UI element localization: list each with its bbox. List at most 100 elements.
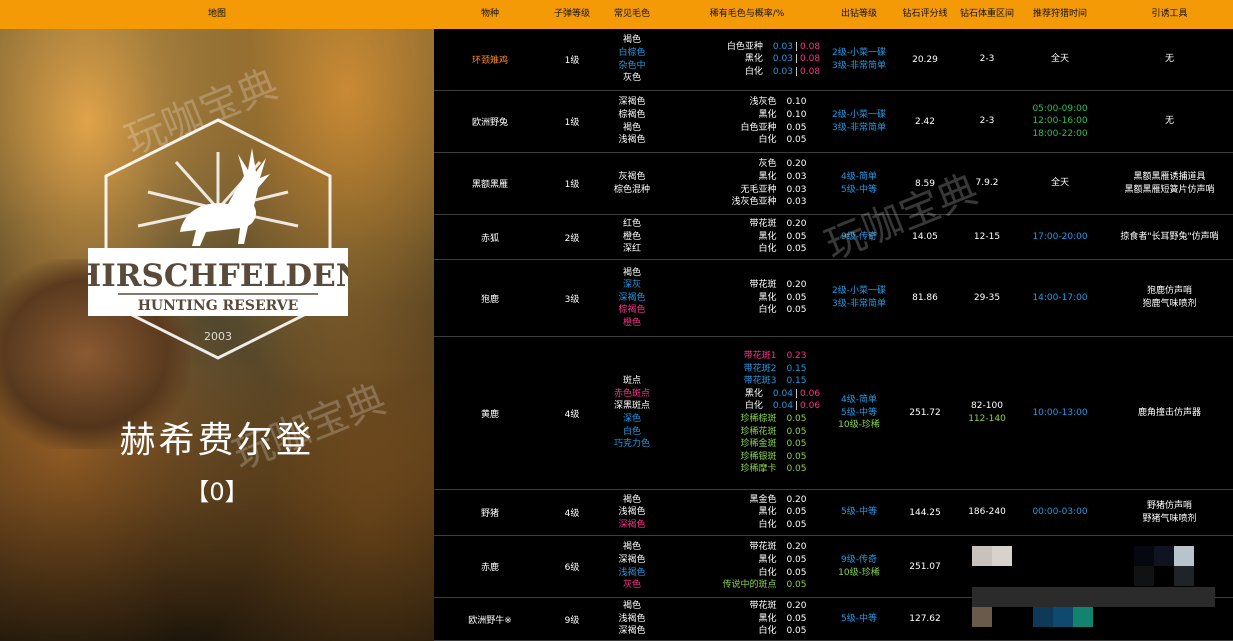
score-value: 81.86 [912,293,938,303]
table-row: 赤狐 2级 红色 橙色 深红 带花斑 0.20 黑化 0.05 白化 0.05 9级-传奇 14.05 1… [434,215,1233,260]
rare-fur-item: 白化 0.05 [687,519,806,532]
bullet-cell: 3级 [546,260,598,336]
rare-fur-name: 黑化 [758,507,777,518]
table-row: 环颈雉鸡 1级 褐色 白棕色 杂色中 灰色 白色亚种 0.03 | 0.08 黑化 0.03 | 0.08… [434,29,1233,91]
rare-fur-probability: 0.05 [786,464,807,475]
rare-cell: 带花斑1 0.23 带花斑2 0.15 带花斑3 0.15 黑化 0.04 | 0.06 白化 0.0… [666,337,828,489]
rare-fur-probability-alt: 0.06 [800,388,821,399]
common-fur-item: 浅褐色 [618,135,646,146]
time-cell: 全天 [1014,153,1106,214]
common-fur-item: 深色 [622,414,641,424]
species-name: 环颈雉鸡 [471,56,508,66]
diamond-level-item: 2级-小菜一碟 [832,286,886,297]
rare-cell: 浅灰色 0.10 黑化 0.10 白色亚种 0.05 白化 0.05 [666,91,828,152]
rare-fur-probability: 0.20 [786,280,807,291]
species-name: 野猪 [480,509,499,519]
lure-item: 野猪气味喷剂 [1142,513,1197,524]
rare-fur-item: 珍稀棕斑 0.05 [687,413,806,426]
common-fur-item: 白色 [622,426,641,437]
rare-fur-probability: 0.05 [786,519,807,530]
rare-fur-probability: 0.05 [786,580,807,591]
rare-fur-name: 黑化 [758,171,777,182]
common-fur-item: 棕褐色 [618,305,646,316]
rare-fur-item: 珍稀摩卡 0.05 [687,463,806,476]
rare-fur-probability: 0.20 [786,601,807,612]
level-cell: 9级-传奇 [828,215,890,259]
score-value: 14.05 [912,232,938,242]
rare-fur-item: 黑化 0.05 [687,554,806,567]
rare-fur-probability: 0.15 [786,376,807,387]
diamond-level-item: 2级-小菜一碟 [832,109,886,120]
rare-fur-item: 珍稀银斑 0.05 [687,451,806,464]
species-cell: 黑额黑雁 [434,153,546,214]
weight-cell: 186-240 [960,490,1014,535]
rare-fur-name: 带花斑1 [743,351,777,362]
weight-range-item: 2-3 [979,116,995,127]
rare-fur-name: 带花斑3 [743,376,777,387]
rare-cell: 带花斑 0.20 黑化 0.05 白化 0.05 传说中的斑点 0.05 [666,536,828,597]
rare-fur-name: 带花斑 [749,542,777,553]
hunt-time-item: 12:00-16:00 [1032,116,1088,127]
hunt-time-item: 全天 [1050,178,1069,189]
common-cell: 褐色 浅褐色 深褐色 [598,598,666,640]
common-fur-item: 深褐色 [618,97,646,108]
weight-cell: 12-15 [960,215,1014,259]
lure-cell: 无 [1106,29,1233,90]
diamond-level-item: 2级-小菜一碟 [832,47,886,58]
score-cell: 2.42 [890,91,960,152]
species-cell: 黄鹿 [434,337,546,489]
diamond-level-item: 10级-珍稀 [838,567,880,578]
hunt-time-item: 17:00-20:00 [1032,231,1088,242]
rare-cell: 黑金色 0.20 黑化 0.05 白化 0.05 [666,490,828,535]
diamond-level-item: 4级-简单 [841,395,877,406]
rare-fur-item: 白化 0.05 [687,243,806,256]
rare-fur-item: 白色亚种 0.03 | 0.08 [674,41,820,54]
common-cell: 褐色 深褐色 浅褐色 灰色 [598,536,666,597]
rare-cell: 白色亚种 0.03 | 0.08 黑化 0.03 | 0.08 白化 0.03 | 0.08 [666,29,828,90]
diamond-level-item: 9级-传奇 [841,231,877,242]
lure-cell: 狍鹿仿声哨 狍鹿气味喷剂 [1106,260,1233,336]
score-value: 144.25 [909,507,941,518]
species-name: 欧洲野兔 [471,118,508,128]
level-cell: 2级-小菜一碟 3级-非常简单 [828,260,890,336]
score-value: 251.07 [909,561,941,572]
weight-range-item: 2-3 [979,54,995,65]
rare-fur-item: 珍稀金斑 0.05 [687,438,806,451]
time-cell: 14:00-17:00 [1014,260,1106,336]
rare-fur-item: 带花斑3 0.15 [687,375,807,388]
header-map: 地图 [207,9,226,19]
bullet-cell: 2级 [546,215,598,259]
common-fur-item: 深红 [622,244,641,255]
rare-fur-probability: 0.03 [772,41,793,52]
rare-cell: 带花斑 0.20 黑化 0.05 白化 0.05 [666,260,828,336]
rare-cell: 带花斑 0.20 黑化 0.05 白化 0.05 [666,215,828,259]
species-name: 赤狐 [480,233,499,244]
bullet-value: 1级 [564,56,580,66]
rare-cell: 带花斑 0.20 黑化 0.05 白化 0.05 [666,598,828,640]
species-name: 黄鹿 [480,409,499,420]
rare-fur-name: 白色亚种 [726,41,763,52]
rare-fur-probability: 0.04 [772,388,793,399]
rare-fur-name: 黑化 [758,292,777,303]
time-cell: 05:00-09:00 12:00-16:00 18:00-22:00 [1014,91,1106,152]
weight-cell: 2-3 [960,91,1014,152]
rare-fur-item: 白化 0.03 | 0.08 [674,66,820,79]
rare-fur-probability: 0.04 [772,401,793,412]
rare-fur-item: 传说中的斑点 0.05 [687,579,806,592]
rare-fur-probability: 0.05 [786,122,807,133]
level-cell: 4级-简单 5级-中等 [828,153,890,214]
rare-fur-item: 黑化 0.03 | 0.08 [674,53,820,66]
rare-fur-item: 浅灰色亚种 0.03 [687,196,806,209]
hunt-time-item: 18:00-22:00 [1032,128,1088,139]
score-cell: 127.62 [890,598,960,640]
rare-fur-item: 带花斑1 0.23 [687,350,807,363]
rare-fur-name: 白化 [758,305,777,316]
bullet-value: 3级 [564,294,580,305]
rare-fur-name: 浅灰色 [749,97,777,108]
rare-fur-item: 黑金色 0.20 [687,494,806,507]
header-diamond-level: 出钻等级 [840,9,877,19]
rare-fur-item: 白化 0.05 [687,134,806,147]
species-cell: 赤鹿 [434,536,546,597]
weight-range-item: 29-35 [973,292,1001,303]
rare-fur-item: 带花斑2 0.15 [687,363,807,376]
